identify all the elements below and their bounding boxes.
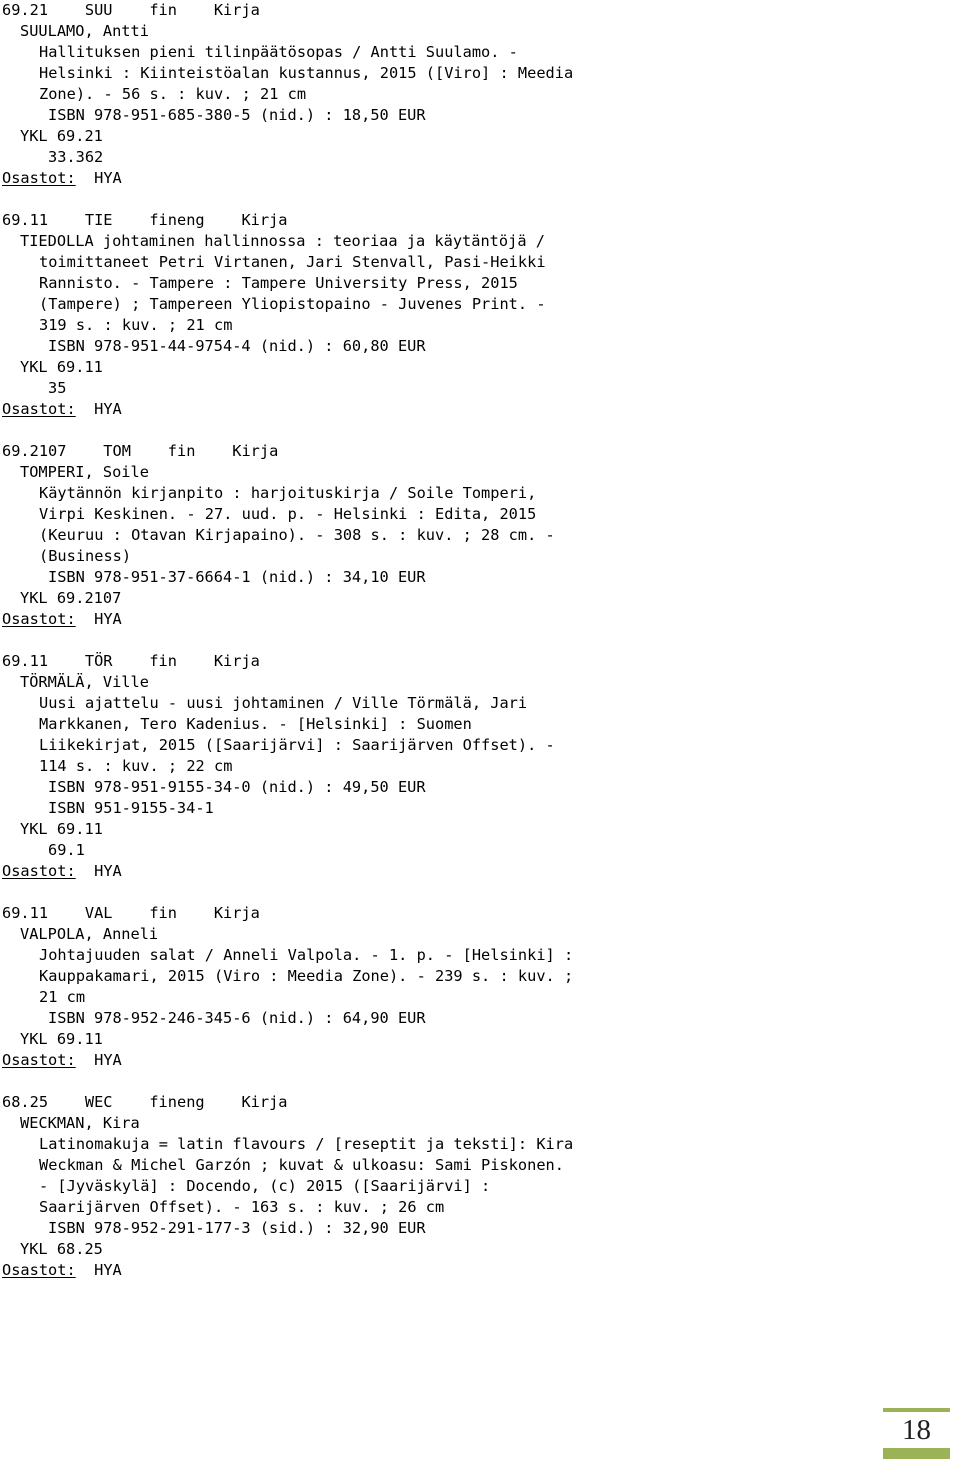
record-line: (Business)	[39, 547, 132, 565]
departments-value: HYA	[75, 610, 122, 628]
record-header: 69.11 VAL fin Kirja	[2, 904, 260, 922]
page-number: 18	[902, 1414, 931, 1446]
record-header: 69.2107 TOM fin Kirja	[2, 442, 279, 460]
record-line: ISBN 978-951-44-9754-4 (nid.) : 60,80 EU…	[48, 337, 426, 355]
record-line: 319 s. : kuv. ; 21 cm	[39, 316, 233, 334]
record-departments: Osastot: HYA	[2, 861, 742, 882]
footer-rule-top	[883, 1408, 950, 1412]
departments-label: Osastot:	[2, 1261, 76, 1279]
departments-label: Osastot:	[2, 169, 76, 187]
record-line: ISBN 978-951-9155-34-0 (nid.) : 49,50 EU…	[48, 778, 426, 796]
record-departments: Osastot: HYA	[2, 399, 742, 420]
departments-value: HYA	[75, 1051, 122, 1069]
record-line: TOMPERI, Soile	[20, 463, 149, 481]
record-line: ISBN 978-952-291-177-3 (sid.) : 32,90 EU…	[48, 1219, 426, 1237]
record-header: 69.11 TIE fineng Kirja	[2, 211, 288, 229]
record-line: YKL 69.2107	[20, 589, 122, 607]
catalog-record: 69.11 TÖR fin Kirja TÖRMÄLÄ, Ville Uusi aj…	[2, 651, 742, 882]
record-line: Helsinki : Kiinteistöalan kustannus, 201…	[39, 64, 574, 82]
page-footer: 18	[0, 1389, 960, 1459]
record-departments: Osastot: HYA	[2, 609, 742, 630]
record-header: 69.21 SUU fin Kirja	[2, 1, 260, 19]
record-line: WECKMAN, Kira	[20, 1114, 140, 1132]
departments-label: Osastot:	[2, 1051, 76, 1069]
record-line: 69.1	[48, 841, 85, 859]
record-line: Latinomakuja = latin flavours / [resepti…	[39, 1135, 574, 1153]
departments-value: HYA	[75, 862, 122, 880]
record-line: 33.362	[48, 148, 104, 166]
footer-rule-bottom	[883, 1448, 950, 1459]
departments-label: Osastot:	[2, 400, 76, 418]
record-line: Uusi ajattelu - uusi johtaminen / Ville …	[39, 694, 528, 712]
record-line: Liikekirjat, 2015 ([Saarijärvi] : Saarij…	[39, 736, 555, 754]
record-line: Hallituksen pieni tilinpäätösopas / Antt…	[39, 43, 518, 61]
record-line: Zone). - 56 s. : kuv. ; 21 cm	[39, 85, 307, 103]
record-line: Saarijärven Offset). - 163 s. : kuv. ; 2…	[39, 1198, 445, 1216]
departments-value: HYA	[75, 400, 122, 418]
record-line: VALPOLA, Anneli	[20, 925, 159, 943]
catalog-record: 68.25 WEC fineng Kirja WECKMAN, Kira Latin…	[2, 1092, 742, 1281]
document-page: 69.21 SUU fin Kirja SUULAMO, Antti Hallitu…	[0, 0, 960, 1459]
departments-value: HYA	[75, 169, 122, 187]
record-line: toimittaneet Petri Virtanen, Jari Stenva…	[39, 253, 546, 271]
record-line: - [Jyväskylä] : Docendo, (c) 2015 ([Saar…	[39, 1177, 491, 1195]
record-line: YKL 69.21	[20, 127, 103, 145]
record-departments: Osastot: HYA	[2, 168, 742, 189]
record-line: YKL 68.25	[20, 1240, 103, 1258]
record-line: YKL 69.11	[20, 820, 103, 838]
catalog-record: 69.11 VAL fin Kirja VALPOLA, Anneli Johtaj…	[2, 903, 742, 1071]
departments-label: Osastot:	[2, 610, 76, 628]
catalog-record: 69.2107 TOM fin Kirja TOMPERI, Soile Käytä…	[2, 441, 742, 630]
record-line: Johtajuuden salat / Anneli Valpola. - 1.…	[39, 946, 574, 964]
record-line: (Tampere) ; Tampereen Yliopistopaino - J…	[39, 295, 546, 313]
record-line: (Keuruu : Otavan Kirjapaino). - 308 s. :…	[39, 526, 555, 544]
departments-label: Osastot:	[2, 862, 76, 880]
record-line: YKL 69.11	[20, 1030, 103, 1048]
record-line: 114 s. : kuv. ; 22 cm	[39, 757, 233, 775]
record-line: YKL 69.11	[20, 358, 103, 376]
record-line: Markkanen, Tero Kadenius. - [Helsinki] :…	[39, 715, 472, 733]
record-line: TÖRMÄLÄ, Ville	[20, 673, 149, 691]
record-line: ISBN 978-951-37-6664-1 (nid.) : 34,10 EU…	[48, 568, 426, 586]
record-line: 35	[48, 379, 67, 397]
record-line: ISBN 951-9155-34-1	[48, 799, 214, 817]
record-header: 69.11 TÖR fin Kirja	[2, 652, 260, 670]
departments-value: HYA	[75, 1261, 122, 1279]
record-line: Virpi Keskinen. - 27. uud. p. - Helsinki…	[39, 505, 537, 523]
record-line: Kauppakamari, 2015 (Viro : Meedia Zone).…	[39, 967, 574, 985]
record-line: ISBN 978-951-685-380-5 (nid.) : 18,50 EU…	[48, 106, 426, 124]
catalog-record: 69.21 SUU fin Kirja SUULAMO, Antti Hallitu…	[2, 0, 742, 189]
record-header: 68.25 WEC fineng Kirja	[2, 1093, 288, 1111]
record-line: 21 cm	[39, 988, 86, 1006]
record-departments: Osastot: HYA	[2, 1260, 742, 1281]
page-footer-block: 18	[883, 1408, 950, 1459]
record-line: SUULAMO, Antti	[20, 22, 149, 40]
record-line: Rannisto. - Tampere : Tampere University…	[39, 274, 518, 292]
catalog-record: 69.11 TIE fineng Kirja TIEDOLLA johtamine…	[2, 210, 742, 420]
record-line: TIEDOLLA johtaminen hallinnossa : teoria…	[20, 232, 545, 250]
record-list: 69.21 SUU fin Kirja SUULAMO, Antti Hallitu…	[2, 0, 742, 1302]
record-line: ISBN 978-952-246-345-6 (nid.) : 64,90 EU…	[48, 1009, 426, 1027]
record-departments: Osastot: HYA	[2, 1050, 742, 1071]
record-line: Weckman & Michel Garzón ; kuvat & ulkoas…	[39, 1156, 564, 1174]
record-line: Käytännön kirjanpito : harjoituskirja / …	[39, 484, 537, 502]
